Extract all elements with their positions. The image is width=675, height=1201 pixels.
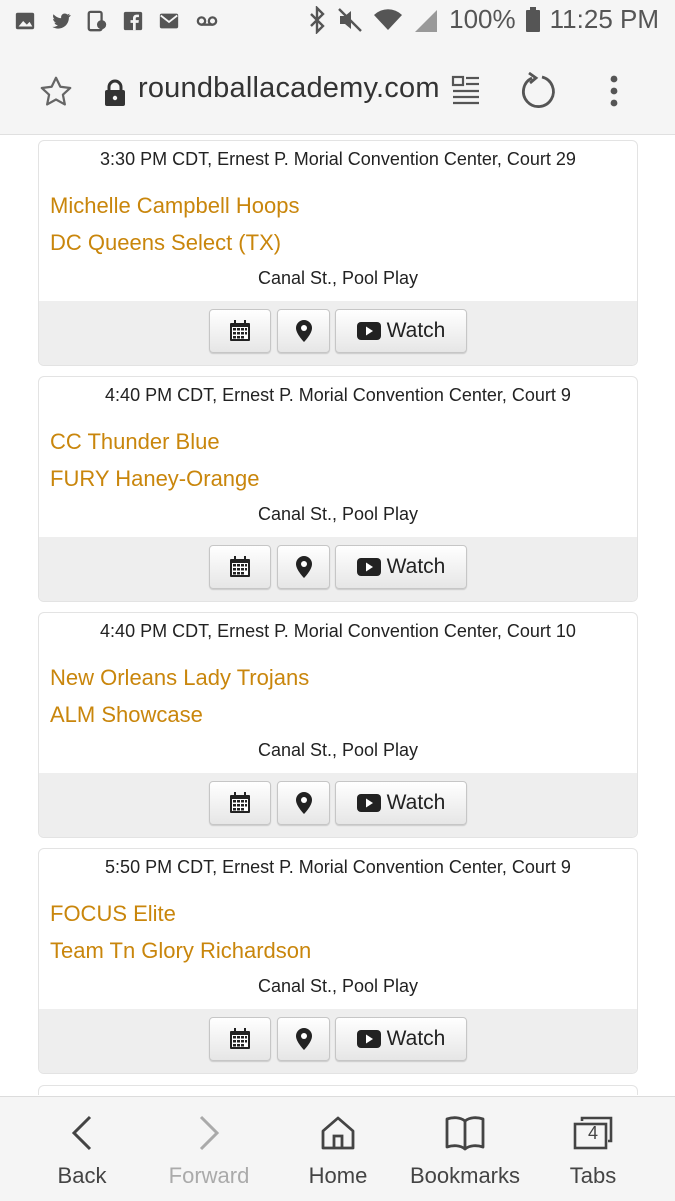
tabs-label: Tabs — [569, 1163, 617, 1188]
battery-icon — [525, 6, 540, 32]
tab-count: 4 — [587, 1123, 598, 1143]
team-link[interactable]: Michelle Campbell Hoops — [50, 193, 299, 219]
map-location-button[interactable] — [277, 545, 330, 589]
forward-button[interactable]: Forward — [145, 1111, 273, 1189]
map-location-button[interactable] — [277, 781, 330, 825]
bluetooth-icon — [310, 5, 325, 34]
voicemail-icon — [196, 16, 218, 26]
watch-button[interactable]: Watch — [335, 545, 467, 589]
map-pin-icon — [295, 1028, 312, 1050]
team-link[interactable]: Team Tn Glory Richardson — [50, 938, 311, 964]
game-venue: Canal St., Pool Play — [257, 268, 419, 288]
signal-icon — [415, 9, 438, 32]
calendar-icon — [230, 556, 250, 577]
game-time-location: 4:40 PM CDT, Ernest P. Morial Convention… — [100, 621, 576, 641]
add-to-calendar-button[interactable] — [209, 545, 271, 589]
clock: 11:25 PM — [549, 4, 659, 34]
forward-label: Forward — [168, 1163, 250, 1188]
game-time-location: 5:50 PM CDT, Ernest P. Morial Convention… — [105, 857, 571, 877]
map-location-button[interactable] — [277, 309, 330, 353]
game-actions: Watch — [39, 537, 637, 601]
video-play-icon — [356, 558, 381, 576]
game-actions: Watch — [39, 1009, 637, 1073]
back-label: Back — [57, 1163, 107, 1188]
reload-icon[interactable] — [520, 72, 558, 110]
lock-icon — [105, 79, 125, 106]
browser-toolbar: roundballacademy.com — [0, 44, 675, 135]
game-venue: Canal St., Pool Play — [257, 504, 419, 524]
chevron-left-icon — [71, 1115, 92, 1151]
bookmark-star-icon[interactable] — [38, 74, 74, 110]
map-pin-icon — [295, 792, 312, 814]
watch-button[interactable]: Watch — [335, 1017, 467, 1061]
video-play-icon — [356, 1030, 381, 1048]
page-content: 3:30 PM CDT, Ernest P. Morial Convention… — [0, 135, 675, 1095]
add-to-calendar-button[interactable] — [209, 1017, 271, 1061]
tabs-button[interactable]: 4 Tabs — [529, 1111, 657, 1189]
mute-icon — [338, 7, 362, 32]
game-card — [38, 1085, 638, 1095]
game-actions: Watch — [39, 301, 637, 365]
add-to-calendar-button[interactable] — [209, 309, 271, 353]
twitter-icon — [52, 13, 71, 29]
browser-bottom-nav: Back Forward Home Bookmarks 4 Tabs — [0, 1096, 675, 1201]
url-field[interactable]: roundballacademy.com — [138, 72, 438, 105]
watch-button[interactable]: Watch — [335, 781, 467, 825]
game-venue: Canal St., Pool Play — [257, 740, 419, 760]
bookmarks-button[interactable]: Bookmarks — [401, 1111, 529, 1189]
map-pin-icon — [295, 320, 312, 342]
team-link[interactable]: CC Thunder Blue — [50, 429, 220, 455]
calendar-icon — [230, 792, 250, 813]
overflow-menu-icon[interactable] — [608, 74, 620, 108]
facebook-icon — [123, 11, 143, 31]
calendar-icon — [230, 320, 250, 341]
gallery-icon — [15, 12, 35, 30]
team-link[interactable]: FOCUS Elite — [50, 901, 176, 927]
calendar-icon — [230, 1028, 250, 1049]
video-play-icon — [356, 794, 381, 812]
map-location-button[interactable] — [277, 1017, 330, 1061]
screen-sync-icon — [87, 10, 107, 32]
email-icon — [159, 13, 179, 29]
game-card: 4:40 PM CDT, Ernest P. Morial Convention… — [38, 612, 638, 838]
team-link[interactable]: DC Queens Select (TX) — [50, 230, 281, 256]
game-time-location: 3:30 PM CDT, Ernest P. Morial Convention… — [100, 149, 576, 169]
status-bar: 100% 11:25 PM — [0, 0, 675, 44]
game-venue: Canal St., Pool Play — [257, 976, 419, 996]
game-card: 5:50 PM CDT, Ernest P. Morial Convention… — [38, 848, 638, 1074]
game-actions: Watch — [39, 773, 637, 837]
home-label: Home — [308, 1163, 368, 1188]
watch-label: Watch — [386, 791, 446, 814]
back-button[interactable]: Back — [18, 1111, 146, 1189]
watch-label: Watch — [386, 1027, 446, 1050]
map-pin-icon — [295, 556, 312, 578]
wifi-icon — [374, 8, 403, 30]
team-link[interactable]: ALM Showcase — [50, 702, 203, 728]
game-card: 3:30 PM CDT, Ernest P. Morial Convention… — [38, 140, 638, 366]
add-to-calendar-button[interactable] — [209, 781, 271, 825]
game-time-location: 4:40 PM CDT, Ernest P. Morial Convention… — [105, 385, 571, 405]
video-play-icon — [356, 322, 381, 340]
bookmarks-label: Bookmarks — [409, 1163, 521, 1188]
watch-label: Watch — [386, 555, 446, 578]
battery-percent: 100% — [449, 4, 516, 34]
watch-label: Watch — [386, 319, 446, 342]
watch-button[interactable]: Watch — [335, 309, 467, 353]
home-icon — [321, 1116, 355, 1150]
home-button[interactable]: Home — [274, 1111, 402, 1189]
bookmarks-icon — [445, 1116, 485, 1151]
team-link[interactable]: New Orleans Lady Trojans — [50, 665, 309, 691]
game-card: 4:40 PM CDT, Ernest P. Morial Convention… — [38, 376, 638, 602]
chevron-right-icon — [199, 1115, 220, 1151]
reader-mode-icon[interactable] — [451, 74, 481, 106]
team-link[interactable]: FURY Haney-Orange — [50, 466, 260, 492]
